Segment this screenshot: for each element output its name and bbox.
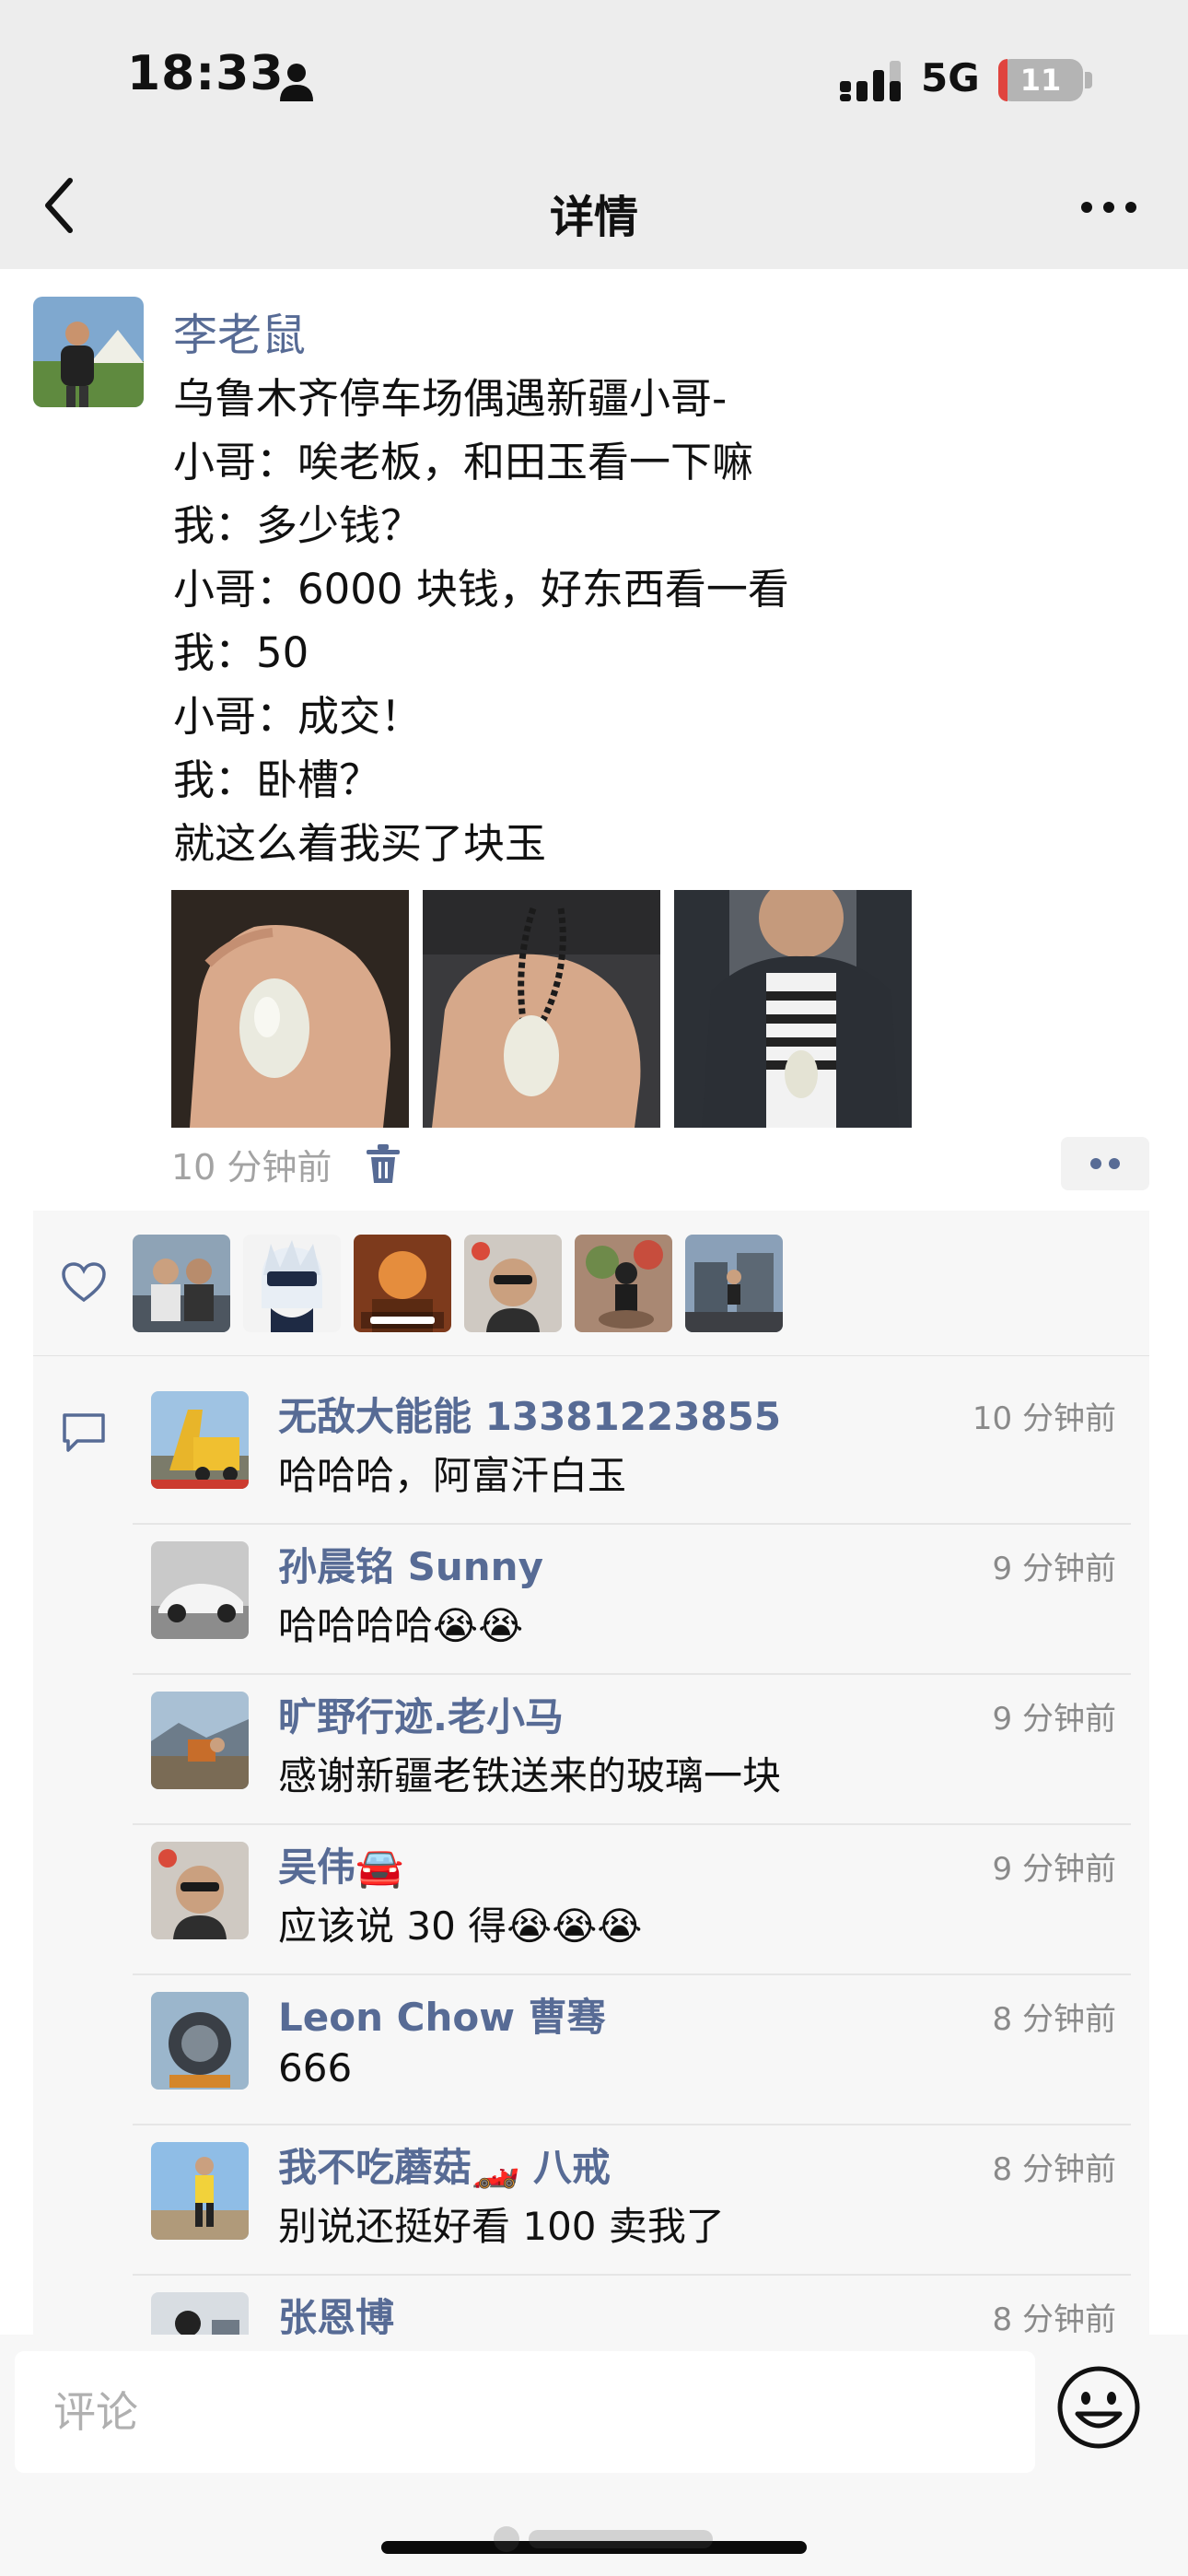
post-line: 我：50: [173, 628, 309, 677]
liker-avatar[interactable]: [575, 1235, 672, 1332]
moments-detail-screen: 18:33 5G 11 详情 李老鼠 乌鲁木齐停车场偶遇新疆小哥- 小哥：唉老板…: [0, 0, 1188, 2576]
comment-item[interactable]: 张恩博 8 分钟前: [133, 2274, 1149, 2335]
comment-item[interactable]: 孙晨铭 Sunny 9 分钟前 哈哈哈哈😭😭: [133, 1523, 1149, 1673]
heart-icon: [62, 1262, 106, 1303]
comment-divider: [133, 1973, 1131, 1975]
comment-divider: [133, 2124, 1131, 2125]
post-line: 乌鲁木齐停车场偶遇新疆小哥-: [173, 374, 728, 423]
battery-level-text: 11: [1019, 63, 1062, 98]
comment-input[interactable]: [15, 2351, 1035, 2473]
like-comment-action-button[interactable]: [1061, 1137, 1149, 1190]
top-bar: 18:33 5G 11 详情: [0, 0, 1188, 269]
signal-icon: [840, 61, 901, 101]
liker-avatar[interactable]: [133, 1235, 230, 1332]
comment-time: 9 分钟前: [992, 1701, 1116, 1738]
comment-text: 哈哈哈，阿富汗白玉: [278, 1453, 627, 1498]
liker-avatar[interactable]: [685, 1235, 783, 1332]
comment-divider: [133, 2274, 1131, 2276]
likes-row: [33, 1211, 1149, 1356]
commenter-name[interactable]: 孙晨铭 Sunny: [278, 1536, 543, 1592]
comment-item[interactable]: Leon Chow 曹骞 8 分钟前 666: [133, 1973, 1149, 2124]
post-text: 乌鲁木齐停车场偶遇新疆小哥- 小哥：唉老板，和田玉看一下嘛 我：多少钱？ 小哥：…: [173, 367, 1094, 875]
comment-item[interactable]: 吴伟🚘 9 分钟前 应该说 30 得😭😭😭: [133, 1823, 1149, 1973]
comment-item[interactable]: 旷野行迹.老小马 9 分钟前 感谢新疆老铁送来的玻璃一块: [133, 1673, 1149, 1823]
commenter-name[interactable]: 吴伟🚘: [278, 1836, 403, 1892]
liker-avatar[interactable]: [354, 1235, 451, 1332]
commenter-name[interactable]: 无敌大能能 13381223855: [278, 1386, 781, 1442]
comment-text: 应该说 30 得😭😭😭: [278, 1903, 643, 1949]
comment-time: 9 分钟前: [992, 1551, 1116, 1587]
post-line: 就这么着我买了块玉: [173, 819, 547, 868]
commenter-avatar[interactable]: [151, 1842, 249, 1939]
post-photo-jade-in-palm[interactable]: [171, 890, 409, 1128]
more-options-button[interactable]: [1079, 193, 1138, 221]
commenter-avatar[interactable]: [151, 2142, 249, 2240]
commenter-avatar[interactable]: [151, 1391, 249, 1489]
commenter-avatar[interactable]: [151, 1992, 249, 2090]
commenter-avatar[interactable]: [151, 1541, 249, 1639]
liker-avatar[interactable]: [464, 1235, 562, 1332]
post-photo-wearing-jade[interactable]: [674, 890, 912, 1128]
comment-text: 666: [278, 2045, 353, 2090]
battery-indicator: 11: [998, 59, 1083, 101]
post-line: 我：多少钱？: [173, 501, 423, 550]
post-timestamp: 10 分钟前: [171, 1147, 332, 1188]
commenter-avatar[interactable]: [151, 2292, 249, 2335]
post-line: 小哥：唉老板，和田玉看一下嘛: [173, 438, 754, 486]
person-icon: [280, 64, 313, 101]
watermark-logo: [494, 2526, 713, 2552]
status-time: 18:33: [127, 46, 285, 101]
comment-divider: [133, 1523, 1131, 1525]
commenter-name[interactable]: 张恩博: [278, 2287, 394, 2335]
comment-divider: [133, 1823, 1131, 1825]
page-title: 详情: [549, 192, 638, 243]
comment-text: 哈哈哈哈😭😭: [278, 1603, 524, 1648]
emoji-icon[interactable]: [1055, 2364, 1142, 2451]
comment-time: 8 分钟前: [992, 2001, 1116, 2038]
commenter-avatar[interactable]: [151, 1692, 249, 1789]
post-photo-jade-necklace[interactable]: [423, 890, 660, 1128]
comment-bubble-icon: [63, 1413, 105, 1452]
comment-time: 10 分钟前: [972, 1400, 1116, 1437]
liker-avatar[interactable]: [243, 1235, 341, 1332]
network-label: 5G: [921, 55, 980, 100]
commenter-name[interactable]: Leon Chow 曹骞: [278, 1986, 606, 2043]
author-avatar[interactable]: [33, 297, 144, 407]
battery-cap: [1085, 72, 1092, 88]
comment-time: 8 分钟前: [992, 2301, 1116, 2335]
comment-time: 9 分钟前: [992, 1851, 1116, 1888]
comment-item[interactable]: 我不吃蘑菇🏎️ 八戒 8 分钟前 别说还挺好看 100 卖我了: [133, 2124, 1149, 2274]
trash-icon[interactable]: [365, 1144, 402, 1185]
commenter-name[interactable]: 我不吃蘑菇🏎️ 八戒: [278, 2137, 611, 2193]
post-line: 小哥：成交！: [173, 692, 423, 741]
post-line: 小哥：6000 块钱，好东西看一看: [173, 565, 789, 614]
comment-time: 8 分钟前: [992, 2151, 1116, 2188]
author-name[interactable]: 李老鼠: [173, 299, 306, 363]
post-line: 我：卧槽？: [173, 755, 381, 804]
comment-item[interactable]: 无敌大能能 13381223855 10 分钟前 哈哈哈，阿富汗白玉: [133, 1373, 1149, 1523]
commenter-name[interactable]: 旷野行迹.老小马: [278, 1686, 564, 1742]
comment-text: 别说还挺好看 100 卖我了: [278, 2204, 725, 2249]
comment-text: 感谢新疆老铁送来的玻璃一块: [278, 1753, 782, 1798]
comment-divider: [133, 1673, 1131, 1675]
